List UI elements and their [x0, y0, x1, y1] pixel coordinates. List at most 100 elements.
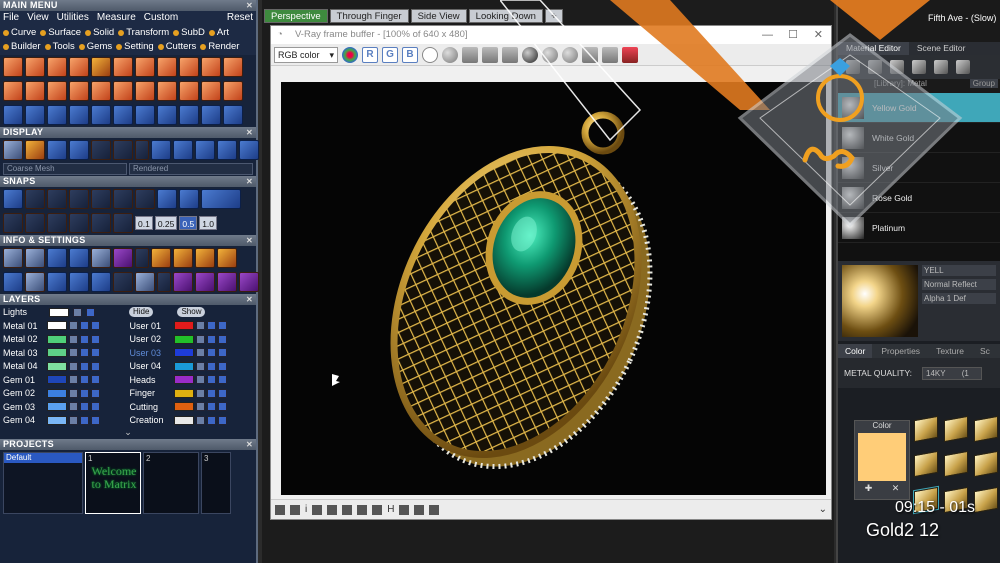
layer-color-swatch[interactable] — [47, 375, 67, 385]
ring-tool-icon[interactable] — [179, 57, 199, 77]
snap-target-icon[interactable] — [135, 189, 155, 209]
hide-button[interactable]: Hide — [129, 307, 154, 317]
snap-cross-icon[interactable] — [47, 189, 67, 209]
layer-visible-icon[interactable] — [80, 375, 89, 385]
show-button[interactable]: Show — [177, 307, 206, 317]
alpha-value[interactable]: 1 — [947, 294, 951, 303]
layer-visible-icon[interactable] — [80, 334, 89, 344]
layer-color-swatch[interactable] — [47, 348, 67, 358]
submenu-subd[interactable]: SubD — [173, 26, 205, 40]
layer-lock-icon[interactable] — [69, 348, 78, 358]
clear-icon[interactable] — [602, 46, 618, 63]
layer-select-icon[interactable] — [217, 402, 227, 412]
expand-icon[interactable]: ⌄ — [819, 504, 827, 515]
layer-visible-icon[interactable] — [206, 388, 216, 398]
cube-icon[interactable] — [113, 248, 133, 268]
levels-icon[interactable] — [357, 504, 368, 515]
layer-row[interactable]: Gem 03 — [3, 400, 127, 414]
layer-color-swatch[interactable] — [47, 334, 67, 344]
align-tool-icon[interactable] — [113, 105, 133, 125]
layer-lock-icon[interactable] — [69, 402, 78, 412]
collapse-icon[interactable]: ✕ — [246, 0, 253, 11]
submenu-art[interactable]: Art — [208, 26, 229, 40]
square-icon[interactable] — [890, 60, 904, 74]
layer-visible-icon[interactable] — [206, 321, 216, 331]
curve-icon[interactable] — [372, 504, 383, 515]
layer-lock-icon[interactable] — [195, 375, 205, 385]
layer-lock-icon[interactable] — [69, 334, 78, 344]
metal-quality-select[interactable]: 14KY (1 — [922, 366, 983, 380]
menu-file[interactable]: File — [3, 11, 19, 25]
history-icon[interactable] — [275, 504, 285, 515]
layer-color-swatch[interactable] — [173, 415, 194, 425]
red-channel-button[interactable]: R — [362, 46, 378, 63]
submenu-solid[interactable]: Solid — [85, 26, 114, 40]
move-tool-icon[interactable] — [91, 105, 111, 125]
layer-select-icon[interactable] — [217, 348, 227, 358]
submenu-builder[interactable]: Builder — [3, 40, 41, 54]
layer-row[interactable]: User 02 — [130, 333, 254, 347]
layer-select-icon[interactable] — [91, 348, 100, 358]
collapse-icon[interactable]: ✕ — [246, 127, 253, 138]
edit-icon[interactable] — [91, 248, 111, 268]
smooth-display-icon[interactable] — [69, 140, 89, 160]
layer-visible-icon[interactable] — [80, 361, 89, 371]
submenu-transform[interactable]: Transform — [118, 26, 169, 40]
layer-visible-icon[interactable] — [80, 388, 89, 398]
layer-select-icon[interactable] — [91, 375, 100, 385]
tool-g-icon[interactable] — [217, 272, 237, 292]
layer-select-icon[interactable] — [91, 415, 100, 425]
layer-color-swatch[interactable] — [173, 388, 194, 398]
layer-row[interactable]: Metal 03 — [3, 346, 127, 360]
layer-select-icon[interactable] — [91, 321, 100, 331]
material-item[interactable]: Rose Gold — [838, 183, 1000, 213]
arc-tool-icon[interactable] — [25, 105, 45, 125]
tab-perspective[interactable]: Perspective — [264, 9, 328, 23]
layer-lock-icon[interactable] — [195, 348, 205, 358]
layer-color-swatch[interactable] — [173, 375, 194, 385]
tool-e-icon[interactable] — [173, 272, 193, 292]
mirror-tool-icon[interactable] — [223, 81, 243, 101]
ball-4-icon[interactable] — [217, 140, 237, 160]
info-icon[interactable] — [3, 248, 23, 268]
tool-f-icon[interactable] — [195, 272, 215, 292]
layer-select-icon[interactable] — [91, 402, 100, 412]
project-slot-3[interactable]: 3 — [201, 452, 231, 514]
flat-icon[interactable] — [69, 248, 89, 268]
layer-select-icon[interactable] — [217, 415, 227, 425]
render-select[interactable]: Rendered — [129, 163, 253, 175]
head-tool-icon[interactable] — [91, 81, 111, 101]
gem-tool-icon[interactable] — [201, 57, 221, 77]
layer-color-swatch[interactable] — [47, 402, 67, 412]
pave-tool-icon[interactable] — [3, 81, 23, 101]
layer-lock-icon[interactable] — [195, 361, 205, 371]
gold-swatch[interactable] — [914, 415, 938, 443]
curve-tool-icon[interactable] — [3, 105, 23, 125]
search-icon[interactable] — [25, 248, 45, 268]
layer-color-swatch[interactable] — [47, 388, 67, 398]
menu-measure[interactable]: Measure — [97, 11, 136, 25]
layer-row[interactable]: Creation — [130, 414, 254, 428]
layer-visible-icon[interactable] — [206, 334, 216, 344]
snap-point-icon[interactable] — [69, 189, 89, 209]
collapse-icon[interactable]: ✕ — [246, 439, 253, 450]
lights-lock-icon[interactable] — [73, 307, 82, 317]
tool-a-icon[interactable] — [151, 248, 171, 268]
save-all-icon[interactable] — [482, 46, 498, 63]
layer-row[interactable]: Cutting — [130, 400, 254, 414]
layer-row[interactable]: Metal 04 — [3, 360, 127, 374]
submenu-render[interactable]: Render — [200, 40, 239, 54]
submenu-setting[interactable]: Setting — [116, 40, 154, 54]
reflect-select[interactable]: Normal Reflect — [922, 279, 996, 290]
grid-tool-icon[interactable] — [157, 105, 177, 125]
frame-tool-icon[interactable] — [201, 105, 221, 125]
sphere-icon[interactable] — [868, 60, 882, 74]
circle-tool-icon[interactable] — [223, 105, 243, 125]
bezel-tool-icon[interactable] — [47, 81, 67, 101]
gem-icon[interactable] — [135, 272, 155, 292]
submenu-cutters[interactable]: Cutters — [157, 40, 196, 54]
info-i-icon[interactable]: i — [305, 504, 307, 515]
layer-color-swatch[interactable] — [173, 321, 194, 331]
diamond-icon[interactable] — [846, 60, 860, 74]
ball-1-icon[interactable] — [151, 140, 171, 160]
